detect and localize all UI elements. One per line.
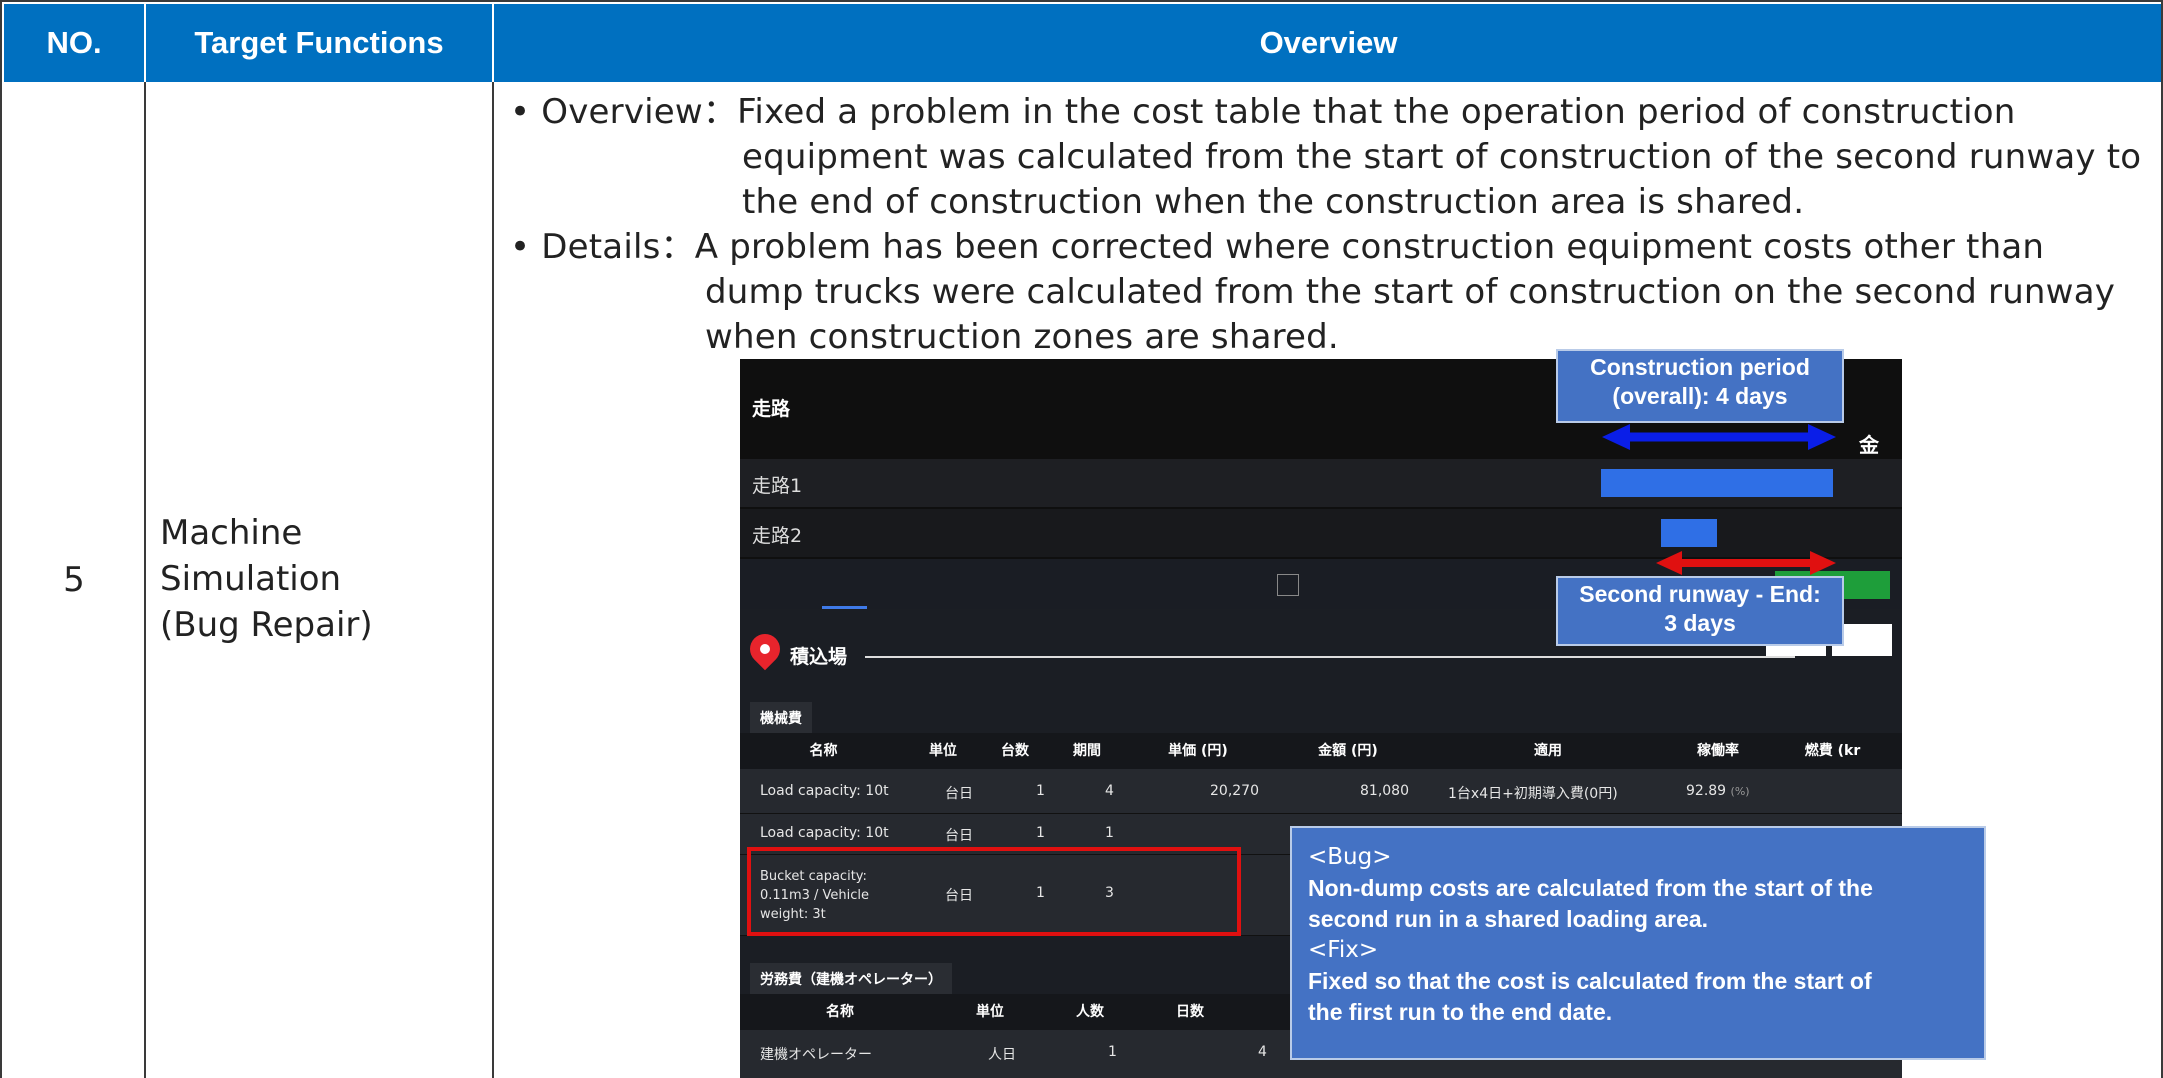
blue-double-arrow-icon <box>1602 424 1836 450</box>
callout-period-line-1: Construction period <box>1590 354 1810 380</box>
bug-tag: <Bug> <box>1308 844 1392 870</box>
fix-text-line-1: Fixed so that the cost is calculated fro… <box>1308 968 1872 994</box>
bug-text-line-1: Non-dump costs are calculated from the s… <box>1308 875 1873 901</box>
callout-second-runway: Second runway - End: 3 days <box>1556 576 1844 646</box>
bug-text-line-2: second run in a shared loading area. <box>1308 906 1709 932</box>
callout-second-line-1: Second runway - End: <box>1579 581 1821 607</box>
callout-bug-fix: <Bug> Non-dump costs are calculated from… <box>1290 826 1986 1060</box>
callout-period-line-2: (overall): 4 days <box>1612 383 1788 409</box>
fix-text-line-2: the first run to the end date. <box>1308 999 1613 1025</box>
red-double-arrow-icon <box>1656 551 1836 575</box>
fix-tag: <Fix> <box>1308 937 1379 963</box>
callout-construction-period: Construction period (overall): 4 days <box>1556 349 1844 423</box>
callout-second-line-2: 3 days <box>1664 610 1736 636</box>
